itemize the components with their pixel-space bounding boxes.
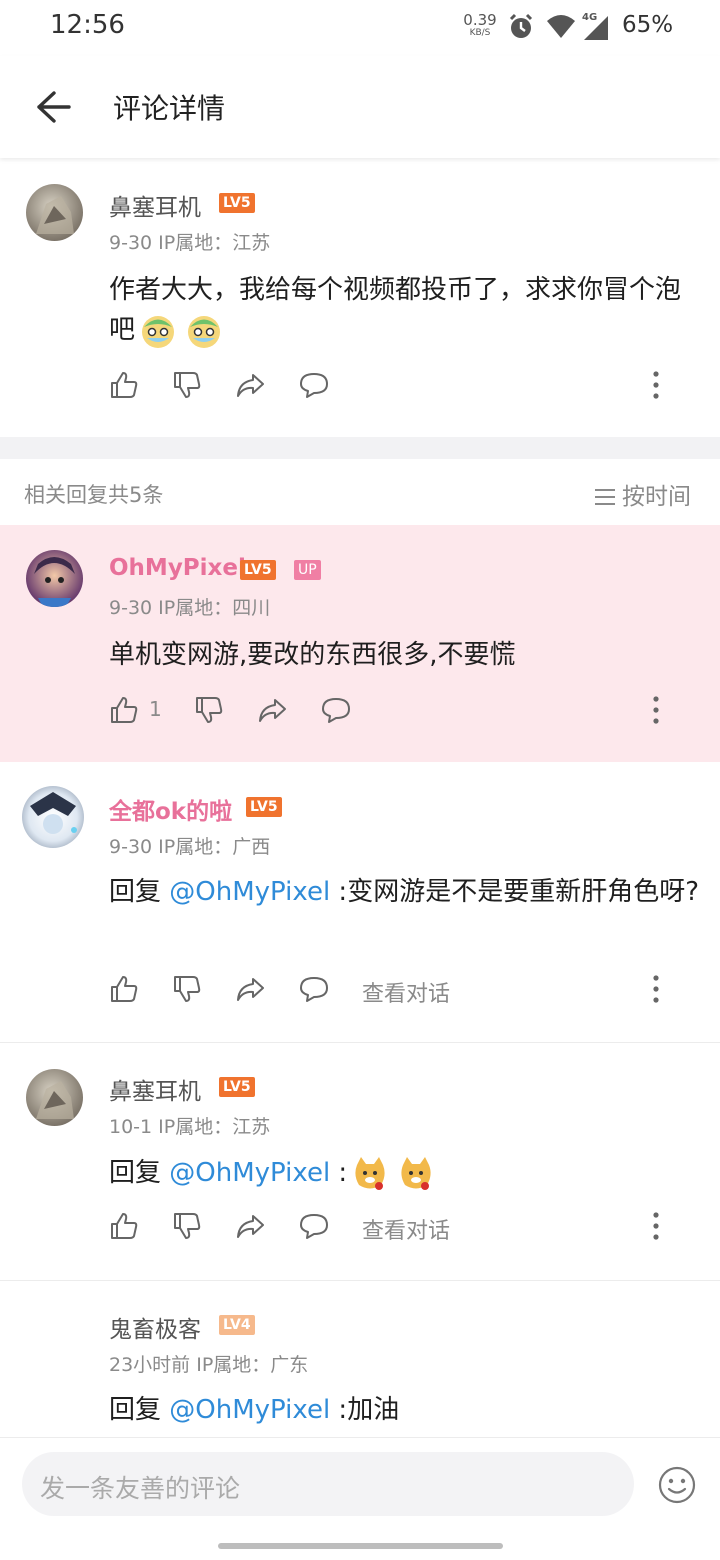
level-badge: LV5 xyxy=(240,560,276,580)
comment-input[interactable]: 发一条友善的评论 xyxy=(22,1452,634,1516)
reply-item: 鼻塞耳机 LV5 10-1 IP属地：江苏 回复 @OhMyPixel : 查看… xyxy=(0,1043,720,1280)
comment-meta: 9-30 IP属地：四川 xyxy=(109,593,270,620)
ip-location: IP属地：江苏 xyxy=(158,1116,271,1138)
like-count: 1 xyxy=(149,697,162,721)
net-speed-unit: KB/S xyxy=(469,28,491,38)
level-badge: LV5 xyxy=(219,193,255,213)
wifi-icon xyxy=(547,15,575,38)
net-speed: 0.39 KB/S xyxy=(462,13,498,38)
avatar[interactable] xyxy=(26,550,83,607)
comment-date: 9-30 xyxy=(109,836,153,858)
crying-emoji-icon xyxy=(185,312,223,350)
comment-text: 回复 @OhMyPixel :变网游是不是要重新肝角色呀? xyxy=(109,877,699,907)
thumbs-up-icon[interactable] xyxy=(109,695,139,725)
doge-emoji-icon xyxy=(351,1155,389,1193)
page-title: 评论详情 xyxy=(113,92,226,125)
ip-location: IP属地：四川 xyxy=(158,597,271,619)
comment-bubble-icon[interactable] xyxy=(299,974,329,1004)
doge-emoji-icon xyxy=(397,1155,435,1193)
reply-item: 鬼畜极客 LV4 23小时前 IP属地：广东 回复 @OhMyPixel :加油 xyxy=(0,1281,720,1437)
comment-meta: 9-30 IP属地：广西 xyxy=(109,832,270,859)
comment-meta: 9-30 IP属地：江苏 xyxy=(109,228,270,255)
username[interactable]: 全都ok的啦 xyxy=(109,792,232,826)
home-indicator[interactable] xyxy=(218,1543,503,1549)
avatar[interactable] xyxy=(26,184,83,241)
thumbs-up-icon[interactable] xyxy=(109,370,139,400)
comment-date: 9-30 xyxy=(109,597,153,619)
comment-meta: 23小时前 IP属地：广东 xyxy=(109,1350,308,1377)
status-bar: 12:56 0.39 KB/S 4G 65% xyxy=(0,0,720,56)
comment-bubble-icon[interactable] xyxy=(299,370,329,400)
level-badge: LV5 xyxy=(246,797,282,817)
comment-date: 23小时前 xyxy=(109,1354,191,1376)
arrow-left-icon[interactable] xyxy=(34,89,72,125)
level-badge: LV4 xyxy=(219,1315,255,1335)
thumbs-up-icon[interactable] xyxy=(109,1211,139,1241)
ip-location: IP属地：广东 xyxy=(196,1354,309,1376)
comment-text: 单机变网游,要改的东西很多,不要慌 xyxy=(109,640,516,670)
username[interactable]: 鼻塞耳机 xyxy=(109,1072,201,1106)
more-options-icon[interactable] xyxy=(646,974,666,1004)
thumbs-down-icon[interactable] xyxy=(172,1211,202,1241)
sort-button[interactable]: 按时间 xyxy=(594,477,691,511)
comment-date: 9-30 xyxy=(109,232,153,254)
share-icon[interactable] xyxy=(235,370,265,400)
battery-level: 65% xyxy=(622,12,674,38)
reply-item: OhMyPixel LV5 UP 9-30 IP属地：四川 单机变网游,要改的东… xyxy=(0,525,720,762)
section-divider xyxy=(0,437,720,459)
level-badge: LV5 xyxy=(219,1077,255,1097)
comment-text: 回复 @OhMyPixel : xyxy=(109,1153,699,1193)
username[interactable]: 鼻塞耳机 xyxy=(109,188,201,222)
share-icon[interactable] xyxy=(257,695,287,725)
alarm-icon xyxy=(509,13,533,38)
mention-link[interactable]: @OhMyPixel xyxy=(169,1395,330,1425)
more-options-icon[interactable] xyxy=(646,370,666,400)
emoji-icon[interactable] xyxy=(657,1465,697,1505)
net-speed-value: 0.39 xyxy=(463,11,497,29)
thumbs-up-icon[interactable] xyxy=(109,974,139,1004)
username[interactable]: 鬼畜极客 xyxy=(109,1310,201,1344)
comment-bubble-icon[interactable] xyxy=(321,695,351,725)
thumbs-down-icon[interactable] xyxy=(172,974,202,1004)
up-badge: UP xyxy=(294,560,321,580)
more-options-icon[interactable] xyxy=(646,695,666,725)
avatar[interactable] xyxy=(22,786,84,848)
comment-input-bar: 发一条友善的评论 xyxy=(0,1437,720,1560)
mention-link[interactable]: @OhMyPixel xyxy=(169,1158,330,1188)
comment-actions xyxy=(109,370,689,406)
status-time: 12:56 xyxy=(50,10,125,40)
comment-meta: 10-1 IP属地：江苏 xyxy=(109,1112,270,1139)
comment-actions: 1 xyxy=(109,695,689,731)
comment-bubble-icon[interactable] xyxy=(299,1211,329,1241)
ip-location: IP属地：广西 xyxy=(158,836,271,858)
comment-input-placeholder: 发一条友善的评论 xyxy=(40,1474,241,1503)
view-conversation-link[interactable]: 查看对话 xyxy=(362,976,450,1008)
more-options-icon[interactable] xyxy=(646,1211,666,1241)
replies-header: 相关回复共5条 按时间 xyxy=(0,459,720,525)
avatar[interactable] xyxy=(26,1069,83,1126)
view-conversation-link[interactable]: 查看对话 xyxy=(362,1213,450,1245)
app-header: 评论详情 xyxy=(0,56,720,158)
comment-actions: 查看对话 xyxy=(109,974,689,1010)
sort-label: 按时间 xyxy=(622,484,691,510)
thumbs-down-icon[interactable] xyxy=(172,370,202,400)
sort-lines-icon xyxy=(595,489,615,505)
comment-text: 回复 @OhMyPixel :加油 xyxy=(109,1395,400,1425)
main-comment: 鼻塞耳机 LV5 9-30 IP属地：江苏 作者大大，我给每个视频都投币了，求求… xyxy=(0,158,720,437)
comment-date: 10-1 xyxy=(109,1116,153,1138)
share-icon[interactable] xyxy=(235,1211,265,1241)
reply-count: 相关回复共5条 xyxy=(24,483,164,507)
share-icon[interactable] xyxy=(235,974,265,1004)
thumbs-down-icon[interactable] xyxy=(194,695,224,725)
comment-actions: 查看对话 xyxy=(109,1211,689,1247)
crying-emoji-icon xyxy=(139,312,177,350)
username[interactable]: OhMyPixel xyxy=(109,555,246,581)
mention-link[interactable]: @OhMyPixel xyxy=(169,877,330,907)
ip-location: IP属地：江苏 xyxy=(158,232,271,254)
comment-text: 作者大大，我给每个视频都投币了，求求你冒个泡吧 xyxy=(109,270,699,350)
network-type: 4G xyxy=(582,12,598,23)
reply-item: 全都ok的啦 LV5 9-30 IP属地：广西 回复 @OhMyPixel :变… xyxy=(0,762,720,1042)
